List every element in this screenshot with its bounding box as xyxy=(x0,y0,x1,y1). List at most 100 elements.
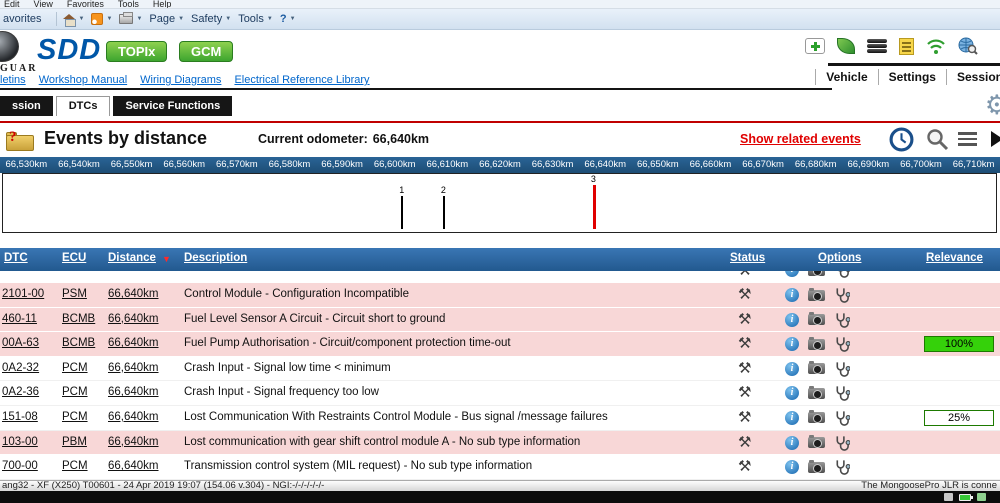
gcm-button[interactable]: GCM xyxy=(179,41,233,62)
dtc-code-link[interactable]: 0A2-36 xyxy=(2,386,39,398)
show-related-events-link[interactable]: Show related events xyxy=(740,132,861,146)
camera-icon[interactable] xyxy=(808,290,825,301)
ecu-link[interactable]: PCM xyxy=(62,411,88,423)
column-header-distance[interactable]: Distance xyxy=(108,252,156,264)
topix-button[interactable]: TOPIx xyxy=(106,41,167,62)
nav-link-1[interactable]: Workshop Manual xyxy=(39,74,127,86)
tools-menu[interactable]: Tools▼ xyxy=(238,13,273,25)
camera-icon[interactable] xyxy=(808,437,825,448)
menu-edit[interactable]: Edit xyxy=(4,0,20,8)
dtc-code-link[interactable]: 700-00 xyxy=(2,460,38,472)
info-icon[interactable]: i xyxy=(785,411,799,425)
table-row[interactable]: 0A2-32 PCM 66,640km Crash Input - Signal… xyxy=(0,357,1000,382)
table-row[interactable]: 2101-00 PSM 66,640km Control Module - Co… xyxy=(0,283,1000,308)
ecu-link[interactable]: BCMB xyxy=(62,313,95,325)
camera-icon[interactable] xyxy=(808,271,825,276)
ecu-link[interactable]: PBM xyxy=(62,436,87,448)
stethoscope-icon[interactable] xyxy=(834,410,850,426)
expand-arrow-icon[interactable] xyxy=(991,131,1000,147)
tab-dtcs[interactable]: DTCs xyxy=(56,96,111,116)
help-menu[interactable]: ?▼ xyxy=(280,13,296,25)
distance-link[interactable]: 66,640km xyxy=(108,337,159,349)
menu-tools[interactable]: Tools xyxy=(118,0,139,8)
table-row[interactable]: 460-11 BCMB 66,640km Fuel Level Sensor A… xyxy=(0,308,1000,333)
history-clock-icon[interactable] xyxy=(889,127,914,152)
stethoscope-icon[interactable] xyxy=(834,435,850,451)
clipped-table-row[interactable]: ⚒ i xyxy=(0,271,1000,283)
network-tray-icon[interactable] xyxy=(977,493,986,501)
distance-link[interactable]: 66,640km xyxy=(108,362,159,374)
camera-icon[interactable] xyxy=(808,462,825,473)
stethoscope-icon[interactable] xyxy=(834,336,850,352)
info-icon[interactable]: i xyxy=(785,436,799,450)
ecu-link[interactable]: PCM xyxy=(62,386,88,398)
menu-favorites[interactable]: Favorites xyxy=(67,0,104,8)
ecu-link[interactable]: PCM xyxy=(62,362,88,374)
camera-icon[interactable] xyxy=(808,388,825,399)
notes-icon[interactable] xyxy=(899,38,914,55)
page-menu[interactable]: Page▼ xyxy=(149,13,184,25)
web-search-icon[interactable] xyxy=(958,37,978,55)
distance-link[interactable]: 66,640km xyxy=(108,411,159,423)
utility-tab-settings[interactable]: Settings xyxy=(878,69,946,85)
first-aid-icon[interactable] xyxy=(805,38,825,54)
dtc-code-link[interactable]: 460-11 xyxy=(2,313,37,325)
feeds-button[interactable]: ▼ xyxy=(91,13,112,25)
utility-tab-session[interactable]: Session xyxy=(946,69,1000,85)
print-button[interactable]: ▼ xyxy=(119,14,142,24)
info-icon[interactable]: i xyxy=(785,337,799,351)
column-header-status[interactable]: Status xyxy=(730,252,765,264)
wireless-icon[interactable] xyxy=(926,38,946,55)
info-icon[interactable]: i xyxy=(785,386,799,400)
menu-view[interactable]: View xyxy=(34,0,53,8)
info-icon[interactable]: i xyxy=(785,460,799,474)
column-header-description[interactable]: Description xyxy=(184,252,247,264)
gear-icon[interactable]: ⚙ xyxy=(985,90,1000,121)
table-row[interactable]: 700-00 PCM 66,640km Transmission control… xyxy=(0,455,1000,480)
safety-menu[interactable]: Safety▼ xyxy=(191,13,231,25)
eco-icon[interactable] xyxy=(837,38,855,54)
search-icon[interactable] xyxy=(926,128,949,151)
table-row[interactable]: 00A-63 BCMB 66,640km Fuel Pump Authorisa… xyxy=(0,332,1000,357)
stethoscope-icon[interactable] xyxy=(834,271,850,278)
nav-link-2[interactable]: Wiring Diagrams xyxy=(140,74,221,86)
favorites-button[interactable]: avorites xyxy=(3,13,42,25)
camera-icon[interactable] xyxy=(808,412,825,423)
dtc-code-link[interactable]: 0A2-32 xyxy=(2,362,39,374)
help-folder-icon[interactable]: ? xyxy=(6,128,36,151)
ecu-link[interactable]: PSM xyxy=(62,288,87,300)
battery-tray-icon[interactable] xyxy=(959,494,971,501)
dtc-code-link[interactable]: 00A-63 xyxy=(2,337,39,349)
info-icon[interactable]: i xyxy=(785,313,799,327)
nav-link-0[interactable]: letins xyxy=(0,74,26,86)
stethoscope-icon[interactable] xyxy=(834,287,850,303)
stethoscope-icon[interactable] xyxy=(834,361,850,377)
ecu-link[interactable]: BCMB xyxy=(62,337,95,349)
ecu-link[interactable]: PCM xyxy=(62,460,88,472)
tyres-icon[interactable] xyxy=(867,38,887,55)
info-icon[interactable]: i xyxy=(785,288,799,302)
info-icon[interactable]: i xyxy=(785,362,799,376)
distance-link[interactable]: 66,640km xyxy=(108,436,159,448)
tab-ssion[interactable]: ssion xyxy=(0,96,53,116)
camera-icon[interactable] xyxy=(808,363,825,374)
dtc-code-link[interactable]: 2101-00 xyxy=(2,288,44,300)
stethoscope-icon[interactable] xyxy=(834,459,850,475)
distance-link[interactable]: 66,640km xyxy=(108,313,159,325)
column-header-relevance[interactable]: Relevance xyxy=(926,252,983,264)
column-header-ecu[interactable]: ECU xyxy=(62,252,86,264)
distance-link[interactable]: 66,640km xyxy=(108,460,159,472)
home-button[interactable]: ▼ xyxy=(63,14,85,25)
dtc-code-link[interactable]: 151-08 xyxy=(2,411,38,423)
list-view-icon[interactable] xyxy=(958,132,977,149)
distance-link[interactable]: 66,640km xyxy=(108,386,159,398)
camera-icon[interactable] xyxy=(808,339,825,350)
nav-link-3[interactable]: Electrical Reference Library xyxy=(234,74,369,86)
tray-app-icon[interactable] xyxy=(944,493,953,501)
stethoscope-icon[interactable] xyxy=(834,312,850,328)
dtc-code-link[interactable]: 103-00 xyxy=(2,436,38,448)
info-icon[interactable]: i xyxy=(785,271,799,277)
table-row[interactable]: 103-00 PBM 66,640km Lost communication w… xyxy=(0,431,1000,456)
tab-service-functions[interactable]: Service Functions xyxy=(113,96,232,116)
menu-help[interactable]: Help xyxy=(153,0,172,8)
